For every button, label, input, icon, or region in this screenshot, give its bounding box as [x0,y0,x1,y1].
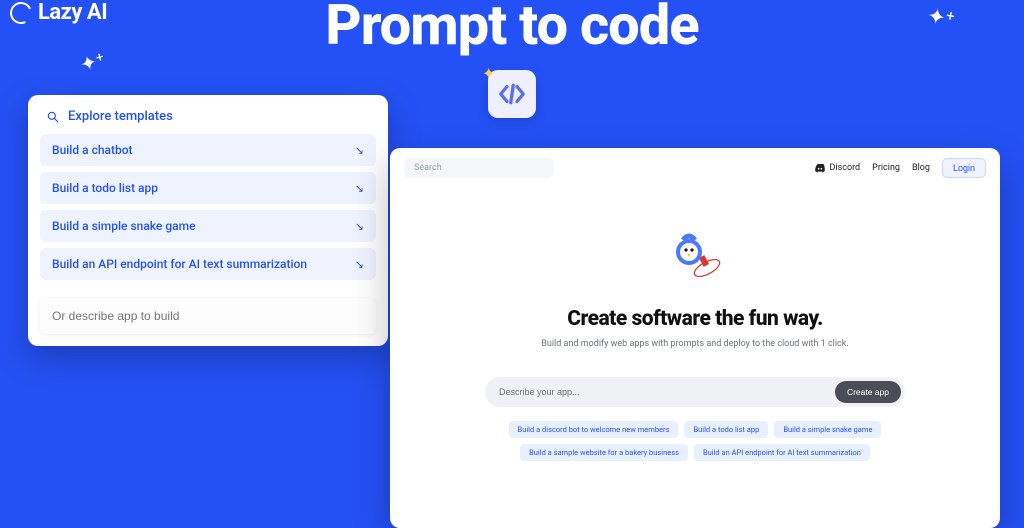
arrow-down-right-icon: ↘ [355,182,364,195]
suggestion-chips: Build a discord bot to welcome new membe… [390,421,1000,461]
login-button[interactable]: Login [942,158,986,178]
discord-icon [814,163,826,173]
nav-pricing-label: Pricing [872,163,900,173]
template-item-label: Build a simple snake game [52,219,196,233]
template-item[interactable]: Build a simple snake game ↘ [40,210,376,242]
create-app-button[interactable]: Create app [835,381,901,403]
mascot-icon [665,228,725,283]
describe-input[interactable] [40,298,376,334]
code-badge-icon: ✦ [488,70,536,118]
hero-subtitle: Build and modify web apps with prompts a… [390,339,1000,349]
headline: Prompt to code [325,0,698,58]
template-item-label: Build a todo list app [52,181,158,195]
templates-header[interactable]: Explore templates [40,109,376,134]
spark-left-icon: ✦⁺ [77,47,107,77]
template-item-label: Build a chatbot [52,143,133,157]
app-topbar: Search Discord Pricing Blog Login [390,148,1000,188]
nav-blog-label: Blog [912,163,930,173]
chip[interactable]: Build a todo list app [684,421,768,438]
arrow-down-right-icon: ↘ [355,144,364,157]
search-input[interactable]: Search [404,158,554,178]
hero-area: Create software the fun way. Build and m… [390,188,1000,461]
chip[interactable]: Build a discord bot to welcome new membe… [509,421,679,438]
app-window: Search Discord Pricing Blog Login [390,148,1000,528]
search-placeholder: Search [414,163,442,173]
nav-discord-label: Discord [830,163,861,173]
chip[interactable]: Build a simple snake game [774,421,881,438]
template-item-label: Build an API endpoint for AI text summar… [52,257,307,271]
nav-discord[interactable]: Discord [814,163,861,173]
template-item[interactable]: Build a chatbot ↘ [40,134,376,166]
templates-header-label: Explore templates [68,109,173,124]
login-label: Login [953,163,975,173]
arrow-down-right-icon: ↘ [355,258,364,271]
brand-logo: Lazy AI [10,0,107,25]
nav-blog[interactable]: Blog [912,163,930,173]
spark-right-icon: ✦⁺ [925,4,956,33]
hero-title: Create software the fun way. [390,307,1000,331]
brand-text: Lazy AI [38,0,107,25]
chip[interactable]: Build a sample website for a bakery busi… [520,444,688,461]
brand-swirl-icon [7,0,35,27]
prompt-input[interactable] [499,387,835,397]
arrow-down-right-icon: ↘ [355,220,364,233]
sparkle-icon: ✦ [482,64,495,83]
templates-card: Explore templates Build a chatbot ↘ Buil… [28,95,388,346]
prompt-bar: Create app [485,377,905,407]
template-item[interactable]: Build a todo list app ↘ [40,172,376,204]
create-app-label: Create app [847,387,889,397]
nav-pricing[interactable]: Pricing [872,163,900,173]
template-item[interactable]: Build an API endpoint for AI text summar… [40,248,376,280]
chip[interactable]: Build an API endpoint for AI text summar… [694,444,870,461]
